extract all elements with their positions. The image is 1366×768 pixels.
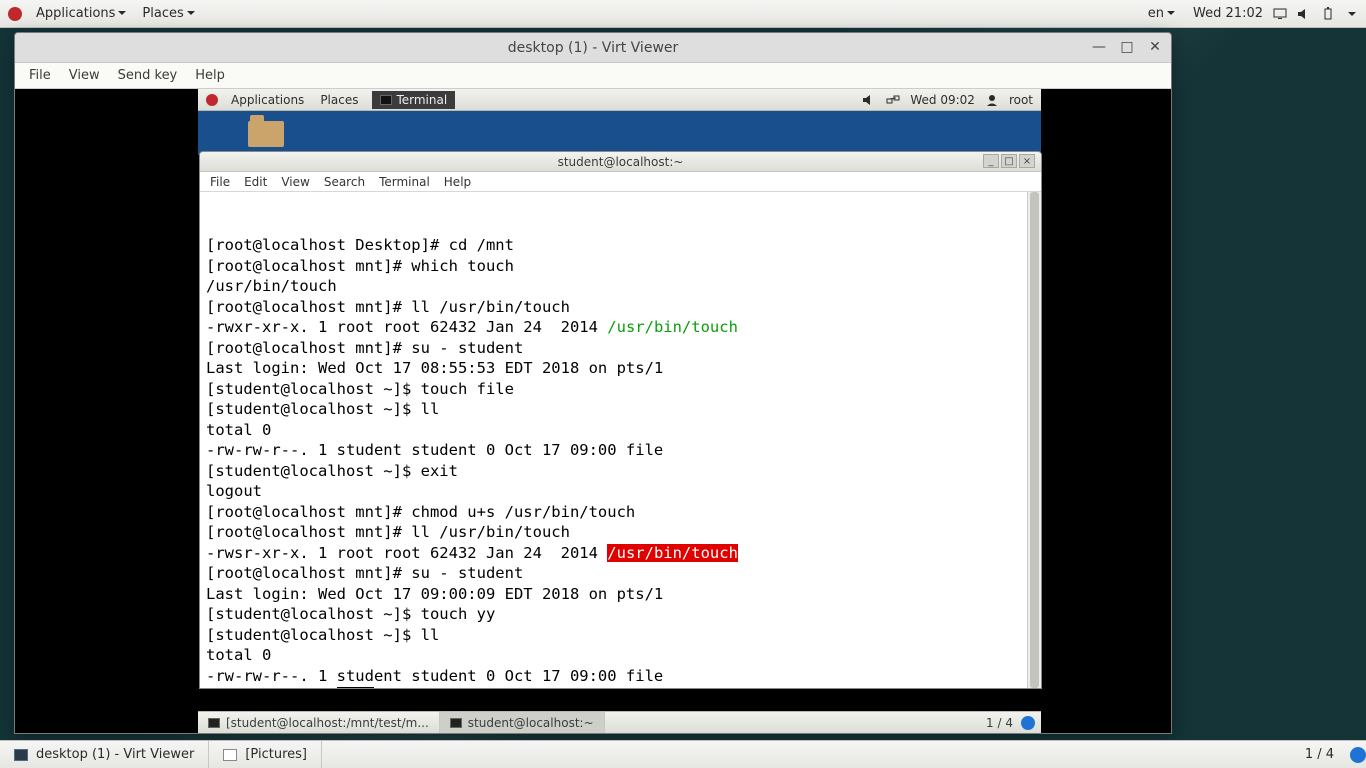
- terminal-line: /usr/bin/touch: [206, 276, 1035, 297]
- terminal-line: [student@localhost ~]$ ll: [206, 625, 1035, 646]
- host-workspace-indicator[interactable]: 1 / 4: [1295, 747, 1344, 762]
- vv-menu-sendkey[interactable]: Send key: [118, 68, 178, 83]
- virt-viewer-window: desktop (1) - Virt Viewer — □ ✕ File Vie…: [14, 32, 1172, 734]
- terminal-line: -rw-rw-r--. 1 student student 0 Oct 17 0…: [206, 666, 1035, 687]
- terminal-icon: [450, 718, 462, 728]
- terminal-line: -rw-rw-r--. 1 student student 0 Oct 17 0…: [206, 440, 1035, 461]
- terminal-line: total 0: [206, 645, 1035, 666]
- guest-places-menu[interactable]: Places: [312, 93, 366, 107]
- terminal-line: -rwxr-xr-x. 1 root root 62432 Jan 24 201…: [206, 317, 1035, 338]
- host-top-panel: Applications Places en Wed 21:02: [0, 0, 1366, 28]
- scrollbar-thumb[interactable]: [1030, 192, 1039, 688]
- terminal-titlebar[interactable]: student@localhost:~ _ □ ×: [200, 152, 1041, 172]
- term-menu-edit[interactable]: Edit: [244, 175, 267, 189]
- host-input-lang[interactable]: en: [1140, 6, 1183, 21]
- terminal-line: Last login: Wed Oct 17 08:55:53 EDT 2018…: [206, 358, 1035, 379]
- terminal-line: [root@localhost mnt]# chmod u+s /usr/bin…: [206, 502, 1035, 523]
- terminal-line: [student@localhost ~]$ touch yy: [206, 604, 1035, 625]
- host-tray: en Wed 21:02: [1140, 6, 1366, 21]
- host-places-menu[interactable]: Places: [134, 6, 202, 21]
- guest-top-panel: Applications Places Terminal Wed 09:02 r…: [198, 89, 1041, 111]
- folder-icon: [248, 121, 284, 147]
- virt-viewer-icon: [14, 749, 28, 761]
- vv-menu-view[interactable]: View: [69, 68, 100, 83]
- terminal-line: [root@localhost Desktop]# cd /mnt: [206, 235, 1035, 256]
- term-menu-view[interactable]: View: [281, 175, 309, 189]
- vv-menu-file[interactable]: File: [29, 68, 51, 83]
- maximize-button[interactable]: □: [1119, 39, 1135, 55]
- host-task-pictures[interactable]: [Pictures]: [209, 741, 322, 768]
- host-task-virt-viewer[interactable]: desktop (1) - Virt Viewer: [0, 741, 209, 768]
- network-icon[interactable]: [886, 93, 900, 107]
- terminal-line: [root@localhost mnt]# su - student: [206, 338, 1035, 359]
- virt-viewer-titlebar[interactable]: desktop (1) - Virt Viewer — □ ✕: [15, 33, 1171, 63]
- terminal-line: [root@localhost mnt]# ll /usr/bin/touch: [206, 297, 1035, 318]
- monitor-icon[interactable]: [1273, 7, 1287, 21]
- workspace-switcher-icon[interactable]: [1350, 747, 1366, 763]
- minimize-button[interactable]: —: [1091, 39, 1107, 55]
- terminal-line: [student@localhost ~]$ touch file: [206, 379, 1035, 400]
- image-viewer-icon: [223, 749, 237, 761]
- terminal-icon: [380, 95, 392, 105]
- chevron-down-icon: [187, 11, 195, 19]
- terminal-menubar: File Edit View Search Terminal Help: [200, 172, 1041, 192]
- battery-icon[interactable]: [1321, 7, 1335, 21]
- terminal-line: [root@localhost mnt]# which touch: [206, 256, 1035, 277]
- scrollbar[interactable]: [1027, 192, 1041, 688]
- terminal-icon: [208, 718, 220, 728]
- guest-applications-menu[interactable]: Applications: [223, 93, 312, 107]
- close-button[interactable]: ✕: [1147, 39, 1163, 55]
- terminal-line: -rwsr-xr-x. 1 root root 62432 Jan 24 201…: [206, 543, 1035, 564]
- terminal-line: [student@localhost ~]$ ll: [206, 399, 1035, 420]
- terminal-body[interactable]: [root@localhost Desktop]# cd /mnt[root@l…: [200, 192, 1041, 688]
- volume-icon[interactable]: [862, 93, 876, 107]
- guest-terminal-launcher[interactable]: Terminal: [372, 91, 455, 109]
- chevron-down-icon: [118, 11, 126, 19]
- minimize-button[interactable]: _: [983, 154, 999, 168]
- virt-viewer-content[interactable]: Applications Places Terminal Wed 09:02 r…: [15, 89, 1171, 733]
- term-menu-terminal[interactable]: Terminal: [379, 175, 430, 189]
- host-clock[interactable]: Wed 21:02: [1193, 6, 1263, 21]
- terminal-line: [root@localhost mnt]# su - student: [206, 563, 1035, 584]
- redhat-logo-icon: [8, 7, 22, 21]
- virt-viewer-title: desktop (1) - Virt Viewer: [508, 40, 679, 56]
- host-applications-menu[interactable]: Applications: [28, 6, 134, 21]
- guest-bottom-panel: [student@localhost:/mnt/test/m... studen…: [198, 711, 1041, 733]
- virt-viewer-menubar: File View Send key Help: [15, 63, 1171, 89]
- guest-task-terminal-1[interactable]: [student@localhost:/mnt/test/m...: [198, 712, 440, 733]
- chevron-down-icon: [1167, 11, 1175, 19]
- volume-icon[interactable]: [1297, 7, 1311, 21]
- guest-nautilus-window[interactable]: [198, 111, 1041, 155]
- close-button[interactable]: ×: [1019, 154, 1035, 168]
- term-menu-search[interactable]: Search: [324, 175, 365, 189]
- terminal-line: [student@localhost ~]$ exit: [206, 461, 1035, 482]
- user-icon[interactable]: [985, 93, 999, 107]
- guest-user-label[interactable]: root: [1009, 93, 1033, 107]
- terminal-line: [root@localhost mnt]# ll /usr/bin/touch: [206, 522, 1035, 543]
- terminal-line: logout: [206, 481, 1035, 502]
- workspace-switcher-icon[interactable]: [1021, 716, 1035, 730]
- terminal-line: total 0: [206, 420, 1035, 441]
- vv-menu-help[interactable]: Help: [195, 68, 225, 83]
- term-menu-help[interactable]: Help: [444, 175, 471, 189]
- redhat-logo-icon: [206, 94, 218, 106]
- host-bottom-panel: desktop (1) - Virt Viewer [Pictures] 1 /…: [0, 740, 1366, 768]
- terminal-line: -rw-rw-r--. 1 root student 0 Oct 17 09:0…: [206, 686, 1035, 688]
- terminal-line: Last login: Wed Oct 17 09:00:09 EDT 2018…: [206, 584, 1035, 605]
- guest-clock[interactable]: Wed 09:02: [910, 93, 975, 107]
- maximize-button[interactable]: □: [1001, 154, 1017, 168]
- guest-task-terminal-2[interactable]: student@localhost:~: [440, 712, 605, 733]
- chevron-down-icon[interactable]: [1348, 12, 1356, 20]
- terminal-title: student@localhost:~: [558, 155, 684, 169]
- terminal-window: student@localhost:~ _ □ × File Edit View…: [199, 151, 1042, 689]
- term-menu-file[interactable]: File: [210, 175, 230, 189]
- guest-workspace-indicator[interactable]: 1 / 4: [978, 716, 1021, 730]
